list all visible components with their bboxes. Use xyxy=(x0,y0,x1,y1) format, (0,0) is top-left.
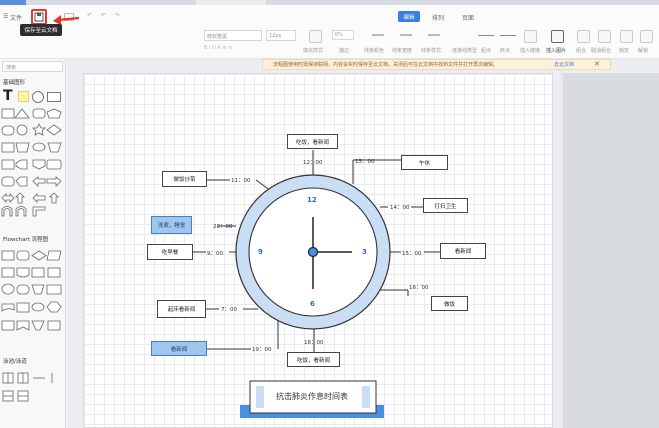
time-label-13[interactable]: 13：00 xyxy=(355,157,375,165)
time-label-11[interactable]: 11：00 xyxy=(231,176,251,184)
activity-box-7[interactable]: 起床看新闻 xyxy=(157,300,206,318)
numeral-9: 9 xyxy=(258,248,263,256)
time-label-7[interactable]: 7：00 xyxy=(221,305,237,313)
time-label-19[interactable]: 19：00 xyxy=(252,345,272,353)
activity-box-22[interactable]: 洗漱，睡觉 xyxy=(151,216,192,234)
diagram-title[interactable]: 抗击肺炎作息时间表 xyxy=(276,391,348,402)
activity-box-16[interactable]: 做饭 xyxy=(431,296,468,311)
time-label-14[interactable]: 14：00 xyxy=(390,203,410,211)
numeral-6: 6 xyxy=(310,300,315,308)
time-label-16[interactable]: 16：00 xyxy=(409,283,429,291)
time-label-22[interactable]: 22：00 xyxy=(213,222,233,230)
activity-box-19[interactable]: 看新闻 xyxy=(151,341,207,356)
numeral-12: 12 xyxy=(307,196,317,204)
activity-box-18[interactable]: 吃饭，看新闻 xyxy=(287,352,340,367)
flowchart-editor: ☰ 文件 ↶ ↶ ↷ 保存至云文档 编辑 排列 页面 微软雅黑 12px B I… xyxy=(0,0,659,428)
time-label-9[interactable]: 9：00 xyxy=(207,249,223,257)
activity-box-9[interactable]: 吃早餐 xyxy=(147,244,193,260)
time-label-18[interactable]: 18：00 xyxy=(304,338,324,346)
activity-box-14[interactable]: 打扫卫生 xyxy=(423,198,468,213)
activity-box-15[interactable]: 看新闻 xyxy=(440,243,486,259)
activity-box-12[interactable]: 吃饭，看新闻 xyxy=(287,134,338,149)
time-label-15[interactable]: 15：00 xyxy=(402,249,422,257)
activity-box-11[interactable]: 做饭炒菜 xyxy=(162,171,207,187)
time-label-12[interactable]: 12：00 xyxy=(303,158,323,166)
activity-box-13[interactable]: 午休 xyxy=(401,155,448,170)
numeral-3: 3 xyxy=(362,248,367,256)
